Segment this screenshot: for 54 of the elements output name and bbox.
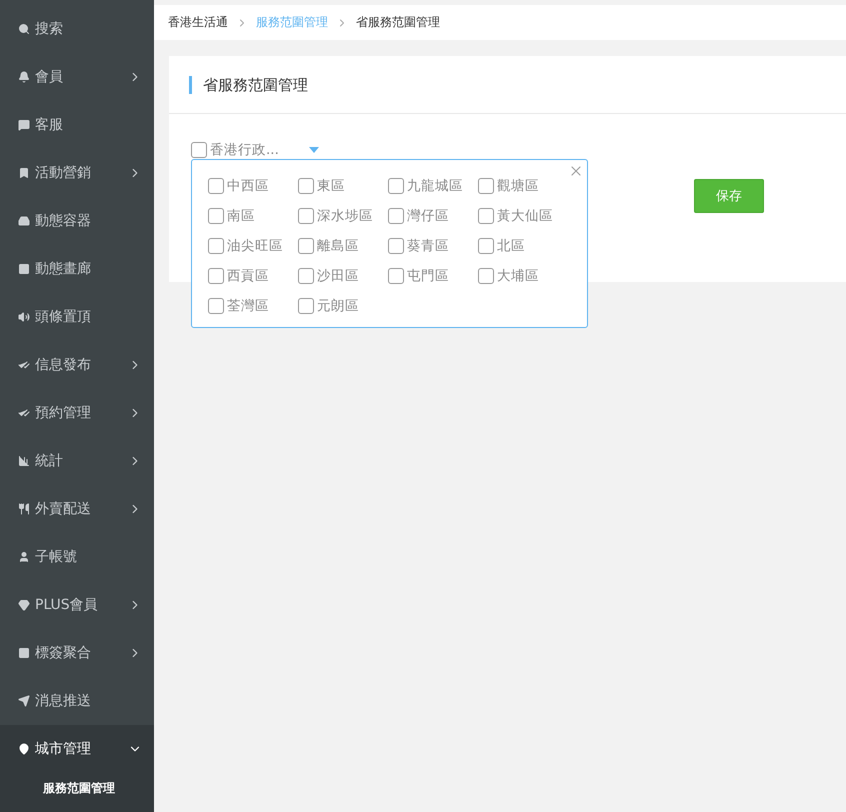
bell-icon <box>18 71 30 83</box>
bookmark-icon <box>18 167 30 179</box>
sidebar-item[interactable]: 城市管理 <box>0 725 154 773</box>
district-checkbox[interactable]: 荃灣區 <box>208 291 298 321</box>
search-icon <box>18 23 30 35</box>
breadcrumb-text: 省服務范圍管理 <box>356 14 440 31</box>
sidebar-item[interactable]: 信息發布 <box>0 341 154 389</box>
sidebar-item[interactable]: 標簽聚合 <box>0 629 154 677</box>
district-checkbox[interactable]: 九龍城區 <box>388 171 478 201</box>
region-checkbox[interactable]: 香港行政... <box>191 135 279 165</box>
district-checkbox[interactable]: 東區 <box>298 171 388 201</box>
speaker-icon <box>18 311 30 323</box>
district-checkbox[interactable]: 深水埗區 <box>298 201 388 231</box>
sidebar-item[interactable]: 外賣配送 <box>0 485 154 533</box>
sidebar-item[interactable]: PLUS會員 <box>0 581 154 629</box>
square-icon <box>18 647 30 659</box>
district-checkbox[interactable]: 北區 <box>478 231 568 261</box>
user-icon <box>18 551 30 563</box>
sidebar-item[interactable]: 動態容器 <box>0 197 154 245</box>
sidebar-item[interactable]: 動態畫廊 <box>0 245 154 293</box>
sidebar-item[interactable]: 預約管理 <box>0 389 154 437</box>
breadcrumb-text: 香港生活通 <box>168 14 228 31</box>
utensils-icon <box>18 503 30 515</box>
district-checkbox[interactable]: 觀塘區 <box>478 171 568 201</box>
card-title: 省服務范圍管理 <box>189 76 308 94</box>
sidebar-item[interactable]: 會員 <box>0 53 154 101</box>
sidebar-item[interactable]: 活動營銷 <box>0 149 154 197</box>
sidebar-item[interactable]: 子帳號 <box>0 533 154 581</box>
district-checkbox[interactable]: 黃大仙區 <box>478 201 568 231</box>
save-button[interactable]: 保存 <box>694 179 764 213</box>
district-checkbox[interactable]: 離島區 <box>298 231 388 261</box>
check-icon <box>18 407 30 419</box>
district-checkbox[interactable]: 油尖旺區 <box>208 231 298 261</box>
sidebar-item[interactable]: 搜索 <box>0 5 154 53</box>
dropdown-caret-icon[interactable] <box>308 147 319 153</box>
gem-icon <box>18 599 30 611</box>
district-checkbox[interactable]: 沙田區 <box>298 261 388 291</box>
map-pin-icon <box>18 743 30 755</box>
district-checkbox[interactable]: 南區 <box>208 201 298 231</box>
send-icon <box>18 695 30 707</box>
district-checkbox[interactable]: 中西區 <box>208 171 298 201</box>
chat-icon <box>18 119 30 131</box>
district-checkbox[interactable]: 西貢區 <box>208 261 298 291</box>
district-checkbox[interactable]: 大埔區 <box>478 261 568 291</box>
district-checkbox[interactable]: 元朗區 <box>298 291 388 321</box>
sidebar-item[interactable]: 頭條置頂 <box>0 293 154 341</box>
sidebar-item[interactable]: 客服 <box>0 101 154 149</box>
district-checkbox[interactable]: 葵青區 <box>388 231 478 261</box>
breadcrumb-link[interactable]: 服務范圍管理 <box>256 14 328 31</box>
district-checkbox[interactable]: 屯門區 <box>388 261 478 291</box>
check-icon <box>18 359 30 371</box>
sidebar-item[interactable]: 統計 <box>0 437 154 485</box>
district-checkbox[interactable]: 灣仔區 <box>388 201 478 231</box>
sidebar-item[interactable]: 消息推送 <box>0 677 154 725</box>
